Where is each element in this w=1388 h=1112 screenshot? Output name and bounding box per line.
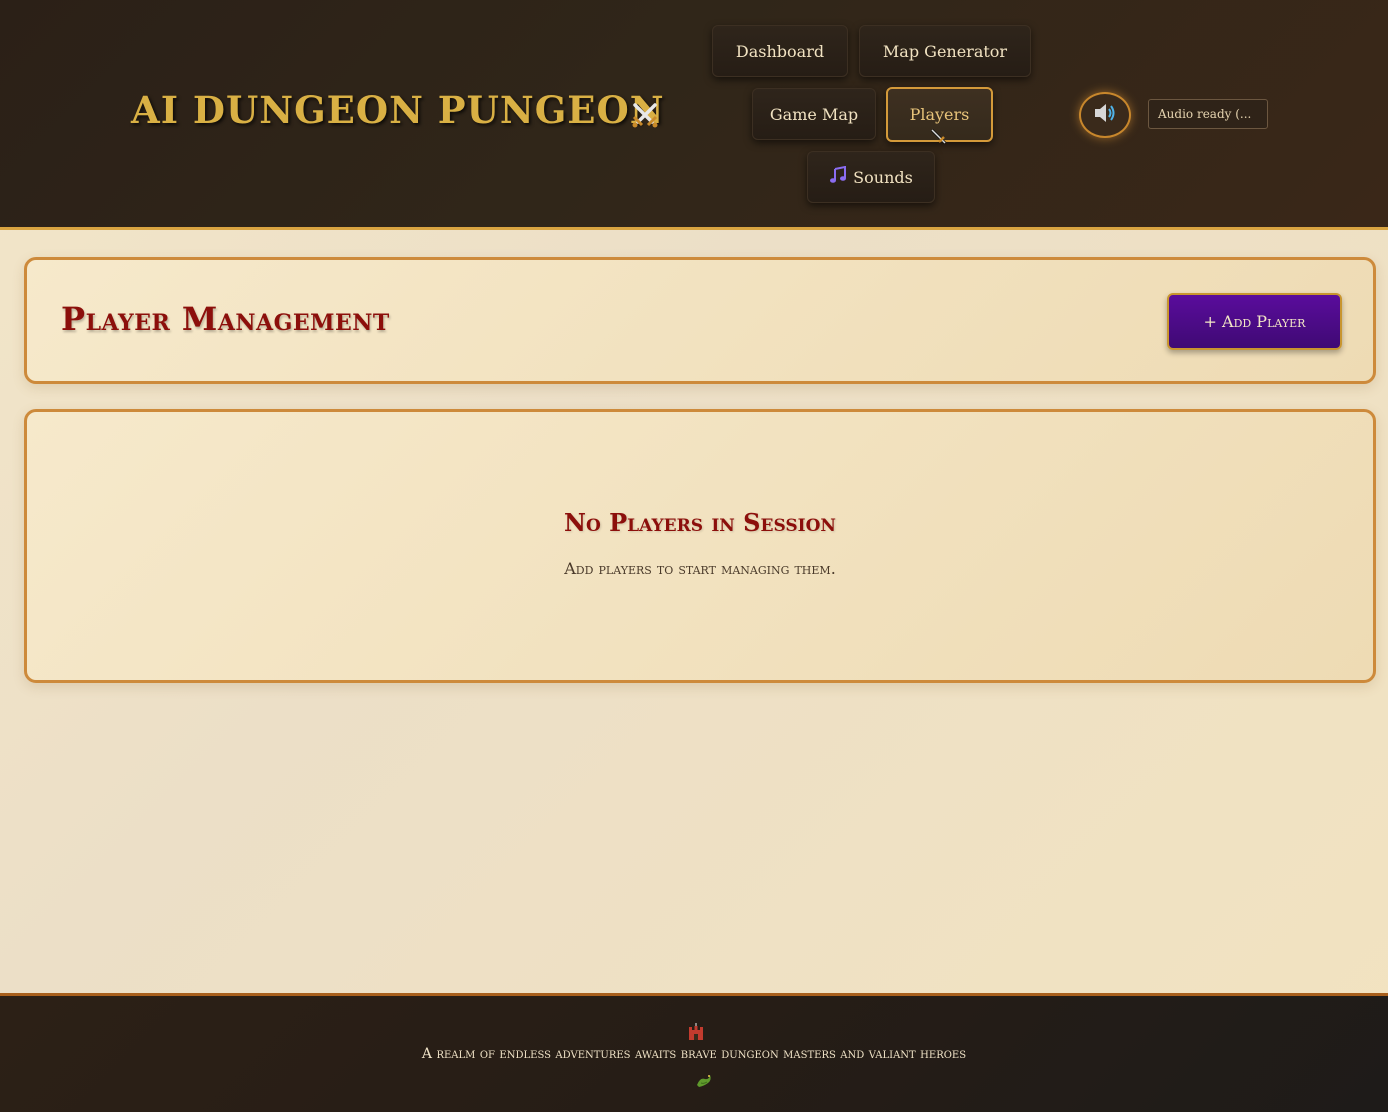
speaker-icon <box>1093 103 1117 127</box>
sword-cursor-icon <box>929 127 949 151</box>
nav-sounds-label: Sounds <box>853 167 913 187</box>
app-header: AI DUNGEON PUNGEON Dashboard Map Generat… <box>0 0 1388 230</box>
app-title: AI DUNGEON PUNGEON <box>131 88 665 132</box>
players-list-panel: No Players in Session Add players to sta… <box>24 409 1376 683</box>
castle-icon <box>687 1023 705 1041</box>
nav-dashboard-label: Dashboard <box>735 41 825 61</box>
nav-map-generator-button[interactable]: Map Generator <box>859 25 1031 77</box>
dragon-icon <box>695 1071 713 1089</box>
nav-map-generator-label: Map Generator <box>882 41 1008 61</box>
add-player-button[interactable]: + Add Player <box>1167 293 1342 350</box>
audio-status-text: Audio ready (... <box>1148 99 1268 129</box>
nav-sounds-button[interactable]: Sounds <box>807 151 935 203</box>
nav-game-map-label: Game Map <box>769 104 859 124</box>
crossed-swords-icon <box>630 100 660 130</box>
empty-state-title: No Players in Session <box>564 508 836 537</box>
music-note-icon <box>829 165 847 188</box>
player-management-panel: Player Management + Add Player <box>24 257 1376 384</box>
page-title: Player Management <box>61 300 390 338</box>
empty-state-subtitle: Add players to start managing them. <box>564 559 836 578</box>
nav-game-map-button[interactable]: Game Map <box>752 88 876 140</box>
audio-toggle-button[interactable] <box>1079 92 1131 138</box>
app-footer: A realm of endless adventures awaits bra… <box>0 993 1388 1112</box>
footer-tagline: A realm of endless adventures awaits bra… <box>421 1046 967 1062</box>
nav-players-label: Players <box>909 105 970 124</box>
nav-dashboard-button[interactable]: Dashboard <box>712 25 848 77</box>
